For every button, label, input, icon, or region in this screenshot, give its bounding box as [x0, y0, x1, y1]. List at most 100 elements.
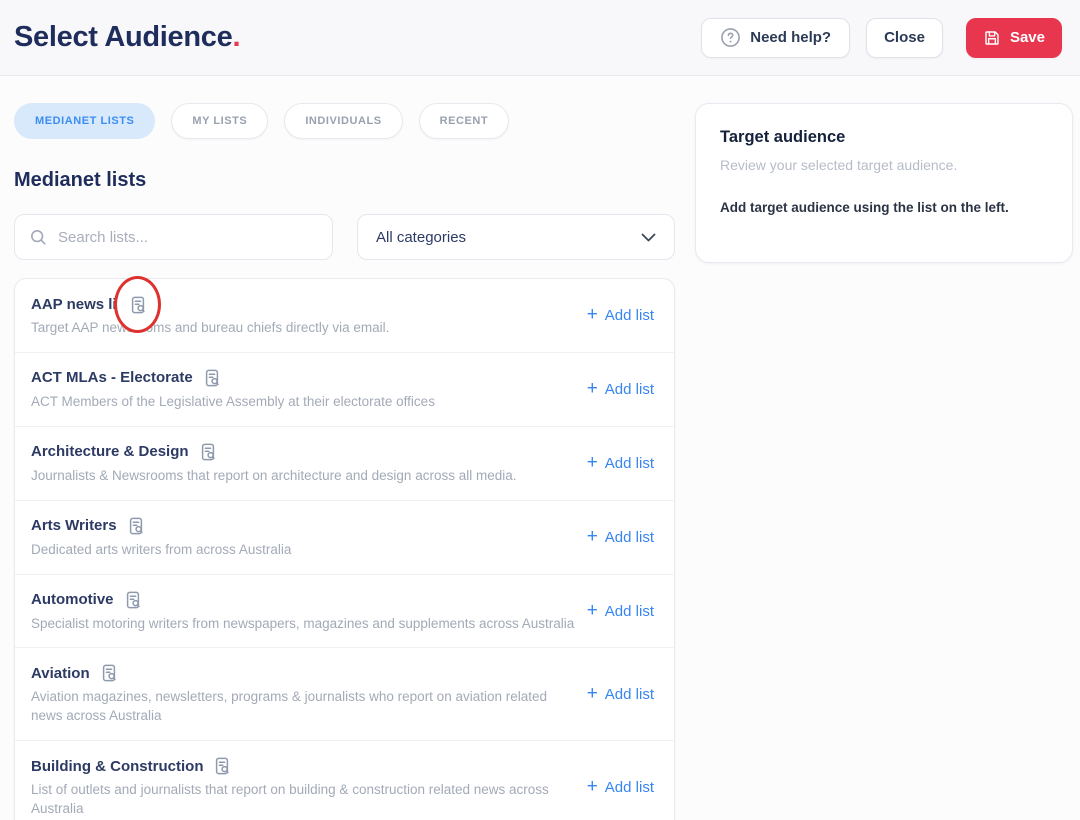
search-icon: [29, 228, 48, 247]
plus-icon: +: [586, 600, 598, 621]
list-description: Specialist motoring writers from newspap…: [31, 615, 575, 631]
list-title: Architecture & Design: [31, 443, 189, 461]
add-list-button[interactable]: + Add list: [586, 452, 654, 474]
plus-icon: +: [586, 378, 598, 400]
list-title-line: AAP news lists: [31, 294, 575, 314]
category-select[interactable]: All categories: [357, 214, 675, 260]
plus-icon: +: [586, 526, 598, 548]
list-preview-icon[interactable]: [126, 516, 146, 536]
add-list-label: Add list: [604, 686, 654, 704]
need-help-label: Need help?: [750, 29, 832, 46]
plus-icon: +: [586, 683, 598, 705]
list-description: Journalists & Newsrooms that report on a…: [31, 467, 517, 483]
category-selected-value: All categories: [376, 228, 467, 246]
left-column: MEDIANET LISTS MY LISTS INDIVIDUALS RECE…: [14, 103, 675, 820]
save-floppy-icon: [983, 29, 1001, 47]
add-list-button[interactable]: + Add list: [586, 526, 654, 548]
medianet-lists-card: AAP news lists Target AAP newsrooms and …: [14, 276, 675, 820]
list-title: Automotive: [31, 591, 114, 609]
add-list-label: Add list: [604, 603, 654, 620]
red-circle-annotation: [114, 276, 161, 333]
tab-medianet-lists[interactable]: MEDIANET LISTS: [14, 103, 156, 139]
audience-tabs: MEDIANET LISTS MY LISTS INDIVIDUALS RECE…: [14, 103, 675, 139]
add-list-button[interactable]: + Add list: [586, 776, 654, 798]
target-audience-panel: Target audience Review your selected tar…: [695, 103, 1073, 263]
tab-label: INDIVIDUALS: [305, 115, 382, 127]
save-label: Save: [1009, 29, 1045, 46]
list-row-main: Arts Writers Dedicated arts writers from…: [31, 516, 575, 560]
list-title: Arts Writers: [31, 517, 117, 535]
add-list-label: Add list: [604, 455, 654, 473]
list-row: ACT MLAs - Electorate ACT Members of the…: [15, 353, 674, 427]
list-title: ACT MLAs - Electorate: [31, 369, 193, 387]
list-title-line: Automotive: [31, 590, 575, 610]
plus-icon: +: [586, 304, 598, 326]
list-row-main: Building & Construction List of outlets …: [31, 756, 575, 819]
question-circle-icon: [720, 27, 741, 48]
need-help-button[interactable]: Need help?: [701, 17, 851, 58]
list-row: Aviation Aviation magazines, newsletters…: [15, 648, 674, 742]
list-description: Target AAP newsrooms and bureau chiefs d…: [31, 320, 390, 335]
list-description: List of outlets and journalists that rep…: [31, 782, 549, 817]
plus-icon: +: [586, 776, 598, 798]
tab-label: MY LISTS: [192, 115, 248, 127]
list-description: Aviation magazines, newsletters, program…: [31, 689, 548, 724]
list-title-line: Building & Construction: [31, 756, 575, 776]
list-preview-icon[interactable]: [123, 590, 143, 610]
list-row-main: Automotive Specialist motoring writers f…: [31, 590, 575, 634]
list-preview-icon[interactable]: [202, 368, 222, 388]
list-row-main: ACT MLAs - Electorate ACT Members of the…: [31, 368, 575, 412]
target-audience-title: Target audience: [720, 128, 846, 146]
close-button[interactable]: Close: [866, 17, 943, 58]
plus-icon: +: [586, 452, 598, 474]
list-row: Automotive Specialist motoring writers f…: [15, 575, 674, 649]
app-header: Select Audience. Need help? Close Save: [0, 0, 1080, 76]
chevron-down-icon: [641, 233, 656, 242]
tab-my-lists[interactable]: MY LISTS: [171, 103, 269, 139]
list-title: Building & Construction: [31, 757, 204, 775]
add-list-button[interactable]: + Add list: [586, 378, 654, 400]
list-row-main: AAP news lists Target AAP newsrooms and …: [31, 294, 575, 338]
add-list-button[interactable]: + Add list: [586, 683, 654, 705]
add-list-label: Add list: [604, 307, 654, 325]
main-content: MEDIANET LISTS MY LISTS INDIVIDUALS RECE…: [0, 76, 1080, 820]
target-audience-subtitle: Review your selected target audience.: [720, 157, 958, 173]
add-list-button[interactable]: + Add list: [586, 600, 654, 621]
save-button[interactable]: Save: [965, 17, 1062, 58]
tab-recent[interactable]: RECENT: [418, 103, 510, 139]
search-box[interactable]: [14, 214, 333, 260]
list-preview-icon[interactable]: [128, 295, 148, 315]
tab-label: MEDIANET LISTS: [35, 115, 135, 127]
list-preview-icon[interactable]: [99, 663, 119, 683]
list-controls: All categories: [14, 214, 675, 260]
list-description: ACT Members of the Legislative Assembly …: [31, 393, 435, 409]
right-column: Target audience Review your selected tar…: [695, 103, 1073, 263]
list-title-line: ACT MLAs - Electorate: [31, 368, 575, 388]
tab-individuals[interactable]: INDIVIDUALS: [284, 103, 403, 139]
list-title-line: Arts Writers: [31, 516, 575, 536]
search-input[interactable]: [58, 228, 318, 246]
tab-label: RECENT: [439, 115, 489, 127]
page-title: Select Audience.: [14, 21, 241, 54]
list-title-line: Aviation: [31, 663, 575, 683]
list-row: AAP news lists Target AAP newsrooms and …: [15, 276, 674, 353]
list-preview-icon[interactable]: [198, 442, 218, 462]
list-row: Building & Construction List of outlets …: [15, 741, 674, 820]
add-list-label: Add list: [604, 529, 654, 547]
page-title-text: Select Audience: [14, 21, 233, 53]
target-audience-empty-message: Add target audience using the list on th…: [720, 200, 1009, 215]
section-heading: Medianet lists: [14, 169, 147, 191]
list-row-main: Architecture & Design Journalists & News…: [31, 442, 575, 486]
list-title: Aviation: [31, 664, 90, 682]
close-label: Close: [884, 29, 925, 46]
page-title-accent: .: [232, 21, 241, 53]
list-row: Architecture & Design Journalists & News…: [15, 427, 674, 501]
add-list-label: Add list: [604, 779, 654, 797]
add-list-button[interactable]: + Add list: [586, 304, 654, 326]
list-row-main: Aviation Aviation magazines, newsletters…: [31, 663, 575, 726]
list-preview-icon[interactable]: [212, 756, 232, 776]
list-description: Dedicated arts writers from across Austr…: [31, 541, 292, 557]
list-row: Arts Writers Dedicated arts writers from…: [15, 501, 674, 575]
list-title-line: Architecture & Design: [31, 442, 575, 462]
add-list-label: Add list: [604, 381, 654, 399]
